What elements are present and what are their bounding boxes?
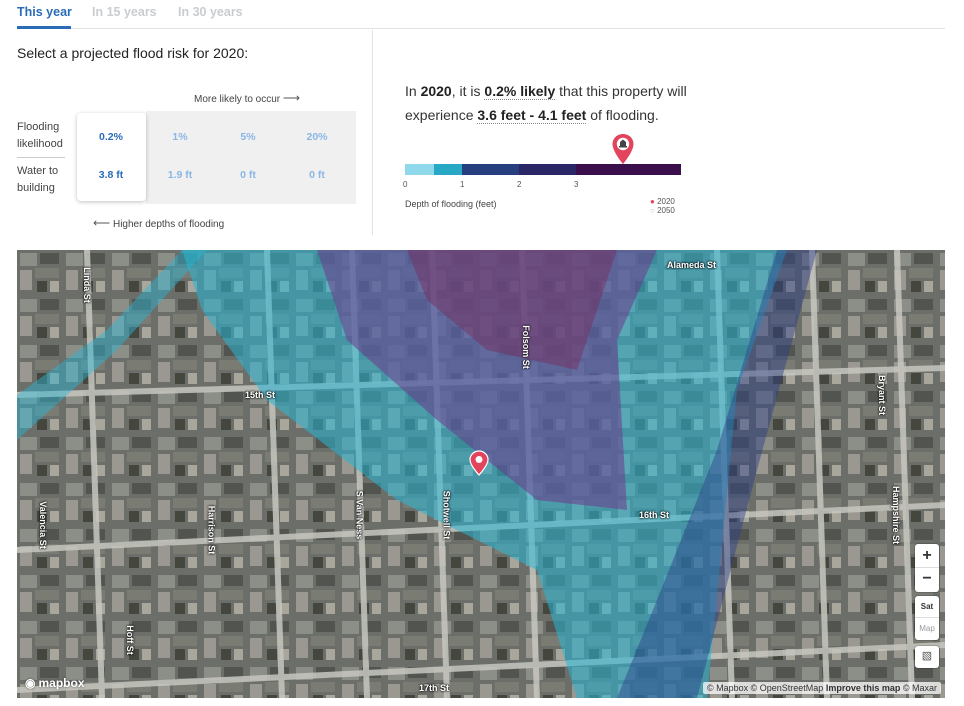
legend-tick-0: 0 (403, 180, 408, 189)
more-likely-hint: More likely to occur ⟶ (194, 91, 300, 105)
panel-divider (372, 30, 373, 235)
water-value-2[interactable]: 0 ft (218, 169, 278, 181)
street-label-alameda: Alameda St (667, 260, 717, 270)
legend-seg-4 (519, 164, 576, 175)
zoom-controls: + − (915, 544, 939, 592)
selector-title: Select a projected flood risk for 2020: (17, 45, 249, 61)
sat-layer-button[interactable]: Sat (915, 596, 939, 618)
layers-icon[interactable]: ▧ (915, 646, 939, 668)
higher-depths-label: Higher depths of flooding (112, 219, 225, 230)
higher-depths-hint: ⟵ Higher depths of flooding (93, 216, 224, 230)
street-label-shotwell: Shotwell St (441, 490, 452, 540)
arrow-right-icon: ⟶ (282, 91, 301, 105)
property-pin-icon (612, 134, 634, 164)
layer-toggle: Sat Map (915, 596, 939, 640)
legend-tick-2: 2 (517, 180, 522, 189)
time-tabs: This year In 15 years In 30 years (17, 0, 945, 29)
map-layer-button[interactable]: Map (915, 618, 939, 640)
flood-summary: In 2020, it is 0.2% likely that this pro… (405, 79, 735, 127)
tab-this-year[interactable]: This year (17, 5, 72, 19)
street-label-16th: 16th St (639, 510, 670, 520)
street-label-hampshire: Hampshire St (891, 485, 902, 545)
legend-year-2050: ○ 2050 (650, 206, 675, 215)
summary-year: 2020 (420, 83, 452, 99)
depth-axis-label: Depth of flooding (feet) (405, 199, 497, 209)
more-likely-label: More likely to occur (194, 94, 281, 105)
summary-prefix: In (405, 83, 417, 99)
improve-map-link[interactable]: Improve this map (826, 683, 901, 693)
depth-legend-bar (405, 164, 681, 175)
mapbox-logo-text: mapbox (38, 676, 85, 690)
street-label-15th: 15th St (245, 390, 276, 400)
legend-tick-3: 3 (574, 180, 579, 189)
legend-tick-1: 1 (460, 180, 465, 189)
legend-seg-5 (576, 164, 681, 175)
legend-year-2020: ● 2020 (650, 197, 675, 206)
water-value-1[interactable]: 1.9 ft (150, 169, 210, 181)
likelihood-value-3[interactable]: 20% (287, 131, 347, 143)
likelihood-value-2[interactable]: 5% (218, 131, 278, 143)
row-separator (17, 157, 65, 158)
arrow-left-icon: ⟵ (93, 216, 111, 230)
mapbox-logo[interactable]: ◉ mapbox (25, 676, 85, 690)
street-label-folsom: Folsom St (520, 325, 531, 369)
legend-year-b: 2050 (657, 206, 675, 215)
risk-option-0-2[interactable] (77, 113, 146, 201)
street-label-s-van-ness: S Van Ness (354, 490, 365, 540)
summary-suffix: of flooding. (590, 107, 659, 123)
flood-map[interactable]: 15th St 16th St 17th St Folsom St Shotwe… (17, 250, 945, 698)
street-label-linda: Linda St (81, 267, 92, 303)
street-label-hoff: Hoff St (124, 625, 135, 655)
row-label-water: Water to building (17, 165, 59, 194)
likelihood-value-0[interactable]: 0.2% (81, 131, 141, 143)
zoom-in-button[interactable]: + (915, 544, 939, 568)
summary-mid: , it is (451, 83, 481, 99)
active-tab-indicator (17, 26, 71, 29)
tab-in-30-years[interactable]: In 30 years (178, 5, 243, 19)
legend-seg-1 (405, 164, 434, 175)
water-value-0[interactable]: 3.8 ft (81, 169, 141, 181)
likelihood-value-1[interactable]: 1% (150, 131, 210, 143)
row-label-likelihood: Flooding likelihood (17, 121, 63, 150)
water-value-3[interactable]: 0 ft (287, 169, 347, 181)
legend-year-a: 2020 (657, 197, 675, 206)
street-label-harrison: Harrison St (206, 505, 217, 555)
map-attribution: © Mapbox © OpenStreetMap Improve this ma… (702, 682, 941, 694)
legend-seg-3 (462, 164, 519, 175)
property-marker-icon[interactable] (469, 450, 489, 476)
risk-grid-background (146, 111, 356, 204)
attribution-maxar[interactable]: © Maxar (903, 683, 937, 693)
summary-depth-range: 3.6 feet - 4.1 feet (477, 107, 587, 124)
street-label-17th: 17th St (419, 683, 450, 693)
mapbox-logo-icon: ◉ (25, 676, 36, 690)
zoom-out-button[interactable]: − (915, 568, 939, 592)
legend-seg-2 (434, 164, 462, 175)
attribution-text[interactable]: © Mapbox © OpenStreetMap (707, 683, 823, 693)
street-label-valencia: Valencia St (37, 501, 48, 549)
summary-likelihood: 0.2% likely (484, 83, 556, 100)
tab-in-15-years[interactable]: In 15 years (92, 5, 157, 19)
street-label-bryant: Bryant St (877, 374, 888, 416)
